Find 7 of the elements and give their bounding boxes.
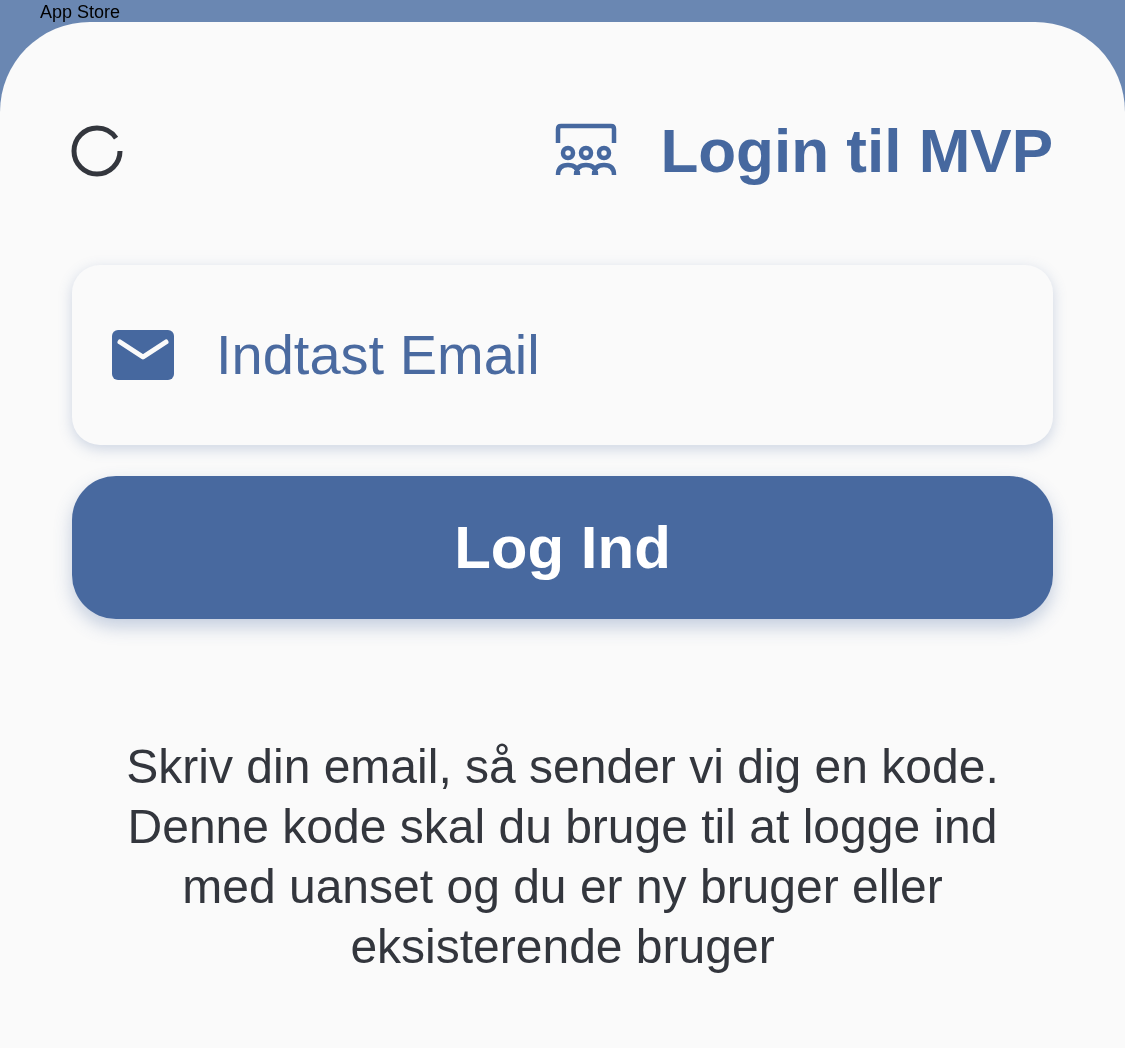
info-text: Skriv din email, så sender vi dig en kode. Denne kode skal du bruge til at logge ind med uanset og du er ny bruger eller eksisterende bruger [125,739,1000,975]
mail-icon [112,330,174,380]
email-input[interactable]: Indtast Email [216,313,916,397]
login-button[interactable]: Log Ind [72,476,1053,619]
page-title: Login til MVP [660,115,1053,187]
loading-spinner-icon [70,123,124,178]
back-link[interactable]: App Store [40,2,121,22]
